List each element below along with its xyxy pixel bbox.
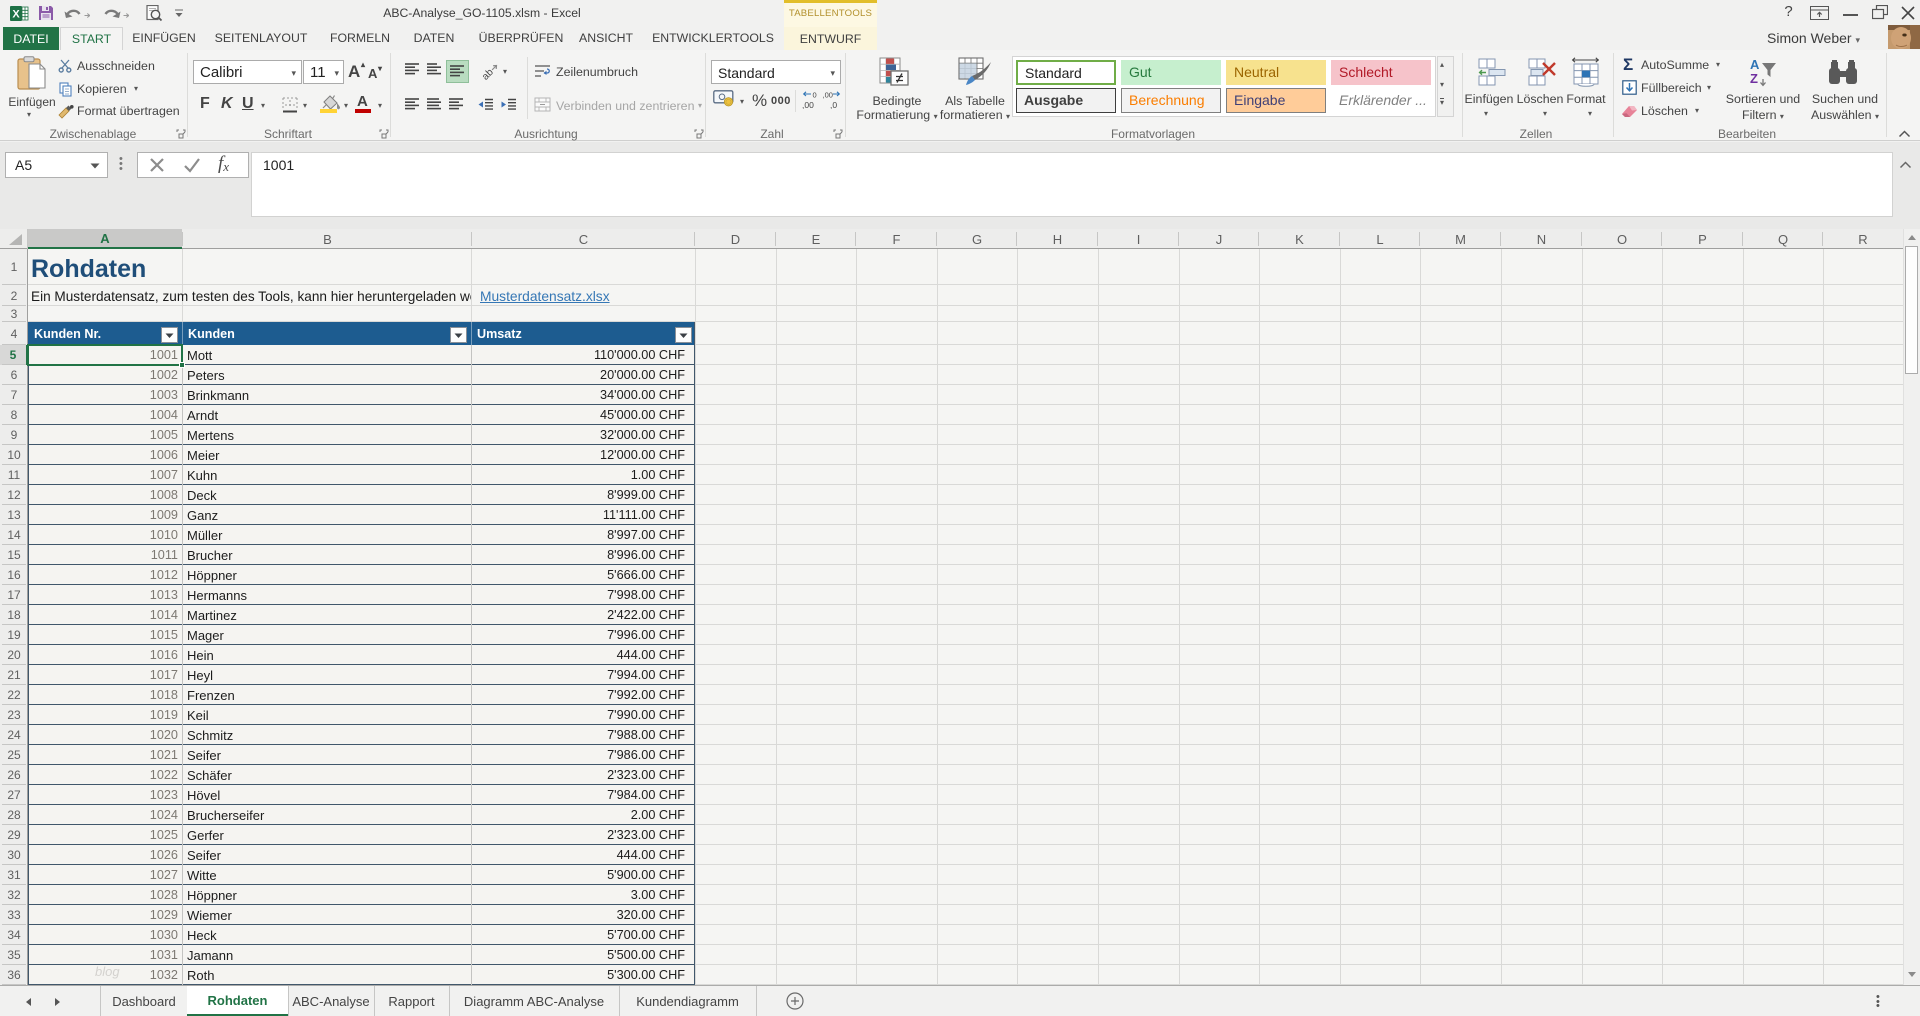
svg-text:,0: ,0 xyxy=(830,100,837,110)
svg-text:A: A xyxy=(1750,57,1760,72)
svg-text:,00: ,00 xyxy=(802,100,814,110)
svg-text:Z: Z xyxy=(1750,71,1758,86)
svg-text:X: X xyxy=(12,9,20,21)
svg-text:0: 0 xyxy=(813,91,817,100)
svg-text:,00: ,00 xyxy=(823,91,833,100)
